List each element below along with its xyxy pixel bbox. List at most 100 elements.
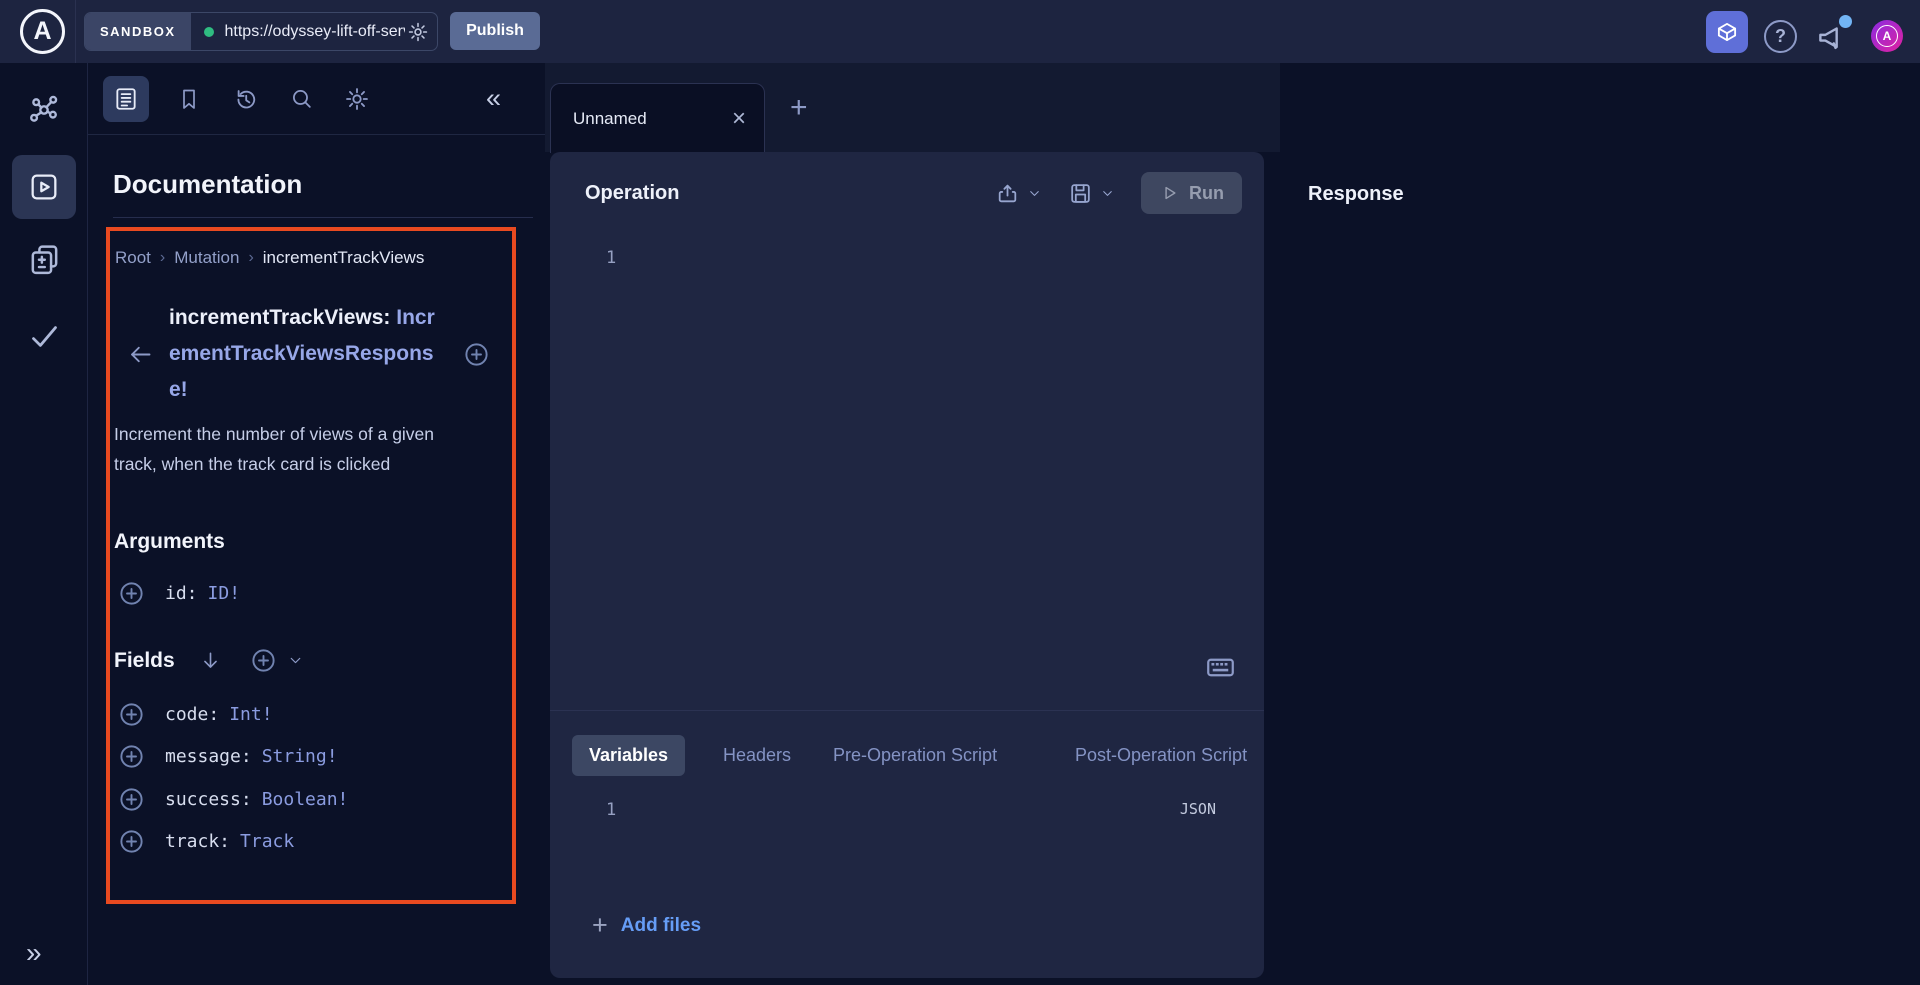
field-row-success: success: Boolean! [118, 786, 348, 813]
signature-text: incrementTrackViews: IncrementTrackViews… [169, 300, 441, 408]
operation-header: Operation [550, 152, 1264, 214]
field-name: track: [165, 831, 230, 852]
breadcrumb-separator: › [248, 249, 253, 267]
tab-headers[interactable]: Headers [723, 735, 791, 776]
notification-dot [1839, 15, 1852, 28]
breadcrumb-root[interactable]: Root [115, 248, 151, 268]
apollo-logo[interactable]: A [20, 9, 65, 54]
field-row-track: track: Track [118, 828, 294, 855]
settings-tab[interactable] [344, 86, 370, 112]
add-all-fields-button[interactable] [250, 647, 277, 674]
topbar-divider [75, 0, 76, 63]
argument-row: id: ID! [118, 580, 240, 607]
keyboard-shortcuts-icon[interactable] [1205, 652, 1236, 683]
plus-icon: + [592, 912, 608, 939]
response-panel: Response [1280, 63, 1920, 985]
field-name: code: [165, 704, 219, 725]
field-type-link[interactable]: Track [240, 831, 294, 852]
response-title: Response [1308, 183, 1404, 206]
field-type-link[interactable]: Int! [229, 704, 272, 725]
title-divider [113, 217, 533, 218]
field-name: success: [165, 789, 252, 810]
sandbox-badge: SANDBOX [85, 13, 191, 50]
documentation-tab-bar: « [88, 63, 545, 135]
tab-post-operation-script[interactable]: Post-Operation Script [1075, 735, 1247, 776]
add-files-label: Add files [621, 915, 701, 937]
editor-section-divider [550, 710, 1264, 711]
close-tab-icon[interactable]: × [732, 107, 746, 131]
add-field-button[interactable] [118, 786, 145, 813]
apollo-logo-letter: A [33, 17, 51, 46]
share-control [995, 181, 1042, 206]
run-play-icon [1159, 183, 1179, 203]
field-row-code: code: Int! [118, 701, 273, 728]
save-options-chevron-icon[interactable] [1100, 186, 1115, 201]
breadcrumb: Root › Mutation › incrementTrackViews [115, 248, 424, 268]
signature-field-name: incrementTrackViews: [169, 306, 390, 329]
sandbox-cube-button[interactable] [1706, 11, 1748, 53]
share-icon[interactable] [995, 181, 1020, 206]
breadcrumb-separator: › [160, 249, 165, 267]
endpoint-input-group[interactable]: SANDBOX https://odyssey-lift-off-serv [84, 12, 438, 51]
publish-button[interactable]: Publish [450, 12, 540, 50]
add-field-button[interactable] [118, 828, 145, 855]
sort-down-arrow-icon[interactable] [199, 649, 222, 672]
left-nav-rail: » [0, 63, 88, 985]
documentation-tab-selected[interactable] [103, 76, 149, 122]
tab-variables-selected[interactable]: Variables [572, 735, 685, 776]
question-mark-icon: ? [1775, 26, 1786, 47]
run-label: Run [1189, 183, 1224, 204]
schema-graph-icon[interactable] [27, 93, 61, 127]
add-field-button[interactable] [118, 743, 145, 770]
documentation-panel: « Documentation Root › Mutation › increm… [88, 63, 545, 985]
bookmark-icon [177, 87, 201, 111]
checks-icon[interactable] [28, 320, 61, 353]
help-button[interactable]: ? [1764, 20, 1797, 53]
top-bar: A SANDBOX https://odyssey-lift-off-serv … [0, 0, 1920, 63]
avatar-letter: A [1876, 25, 1898, 47]
history-tab[interactable] [233, 86, 259, 112]
variables-line-number: 1 [606, 800, 616, 820]
endpoint-url-input[interactable]: https://odyssey-lift-off-serv [225, 23, 405, 41]
expand-rail-chevrons[interactable]: » [26, 939, 42, 967]
operation-tab-strip: Unnamed × + [545, 63, 1280, 152]
search-tab[interactable] [289, 86, 314, 111]
user-avatar[interactable]: A [1871, 20, 1903, 52]
fields-heading-row: Fields [114, 647, 304, 674]
field-type-link[interactable]: String! [262, 746, 338, 767]
fields-options-chevron-icon[interactable] [287, 652, 304, 669]
changelog-diff-icon[interactable] [27, 243, 62, 278]
field-description: Increment the number of views of a given… [114, 419, 444, 479]
tab-pre-operation-script[interactable]: Pre-Operation Script [833, 735, 997, 776]
run-button-disabled[interactable]: Run [1141, 172, 1242, 214]
collapse-panel-chevrons[interactable]: « [486, 85, 501, 112]
apollo-studio-window: A SANDBOX https://odyssey-lift-off-serv … [0, 0, 1920, 985]
add-field-button[interactable] [118, 701, 145, 728]
add-signature-field-button[interactable] [463, 341, 490, 368]
documentation-title: Documentation [113, 169, 302, 200]
arguments-heading: Arguments [114, 530, 225, 554]
explorer-nav-button-selected[interactable] [12, 155, 76, 219]
add-argument-button[interactable] [118, 580, 145, 607]
add-files-button[interactable]: + Add files [592, 912, 701, 939]
argument-type-link[interactable]: ID! [208, 583, 241, 604]
operation-line-number: 1 [606, 248, 616, 268]
operation-tab-unnamed[interactable]: Unnamed × [550, 83, 765, 153]
operation-controls: Run [995, 172, 1242, 214]
field-type-link[interactable]: Boolean! [262, 789, 349, 810]
bookmarks-tab[interactable] [177, 87, 201, 111]
explorer-play-icon [28, 171, 60, 203]
share-options-chevron-icon[interactable] [1027, 186, 1042, 201]
save-icon[interactable] [1068, 181, 1093, 206]
breadcrumb-mutation[interactable]: Mutation [174, 248, 239, 268]
field-row-message: message: String! [118, 743, 338, 770]
operation-editor-card: Operation [550, 152, 1264, 978]
back-arrow-icon[interactable] [127, 341, 154, 368]
gear-icon [344, 86, 370, 112]
history-clock-icon [233, 86, 259, 112]
endpoint-settings-gear-icon[interactable] [407, 21, 429, 43]
add-tab-button[interactable]: + [790, 93, 808, 123]
field-name: message: [165, 746, 252, 767]
cube-icon [1714, 19, 1740, 45]
breadcrumb-current: incrementTrackViews [263, 248, 425, 268]
